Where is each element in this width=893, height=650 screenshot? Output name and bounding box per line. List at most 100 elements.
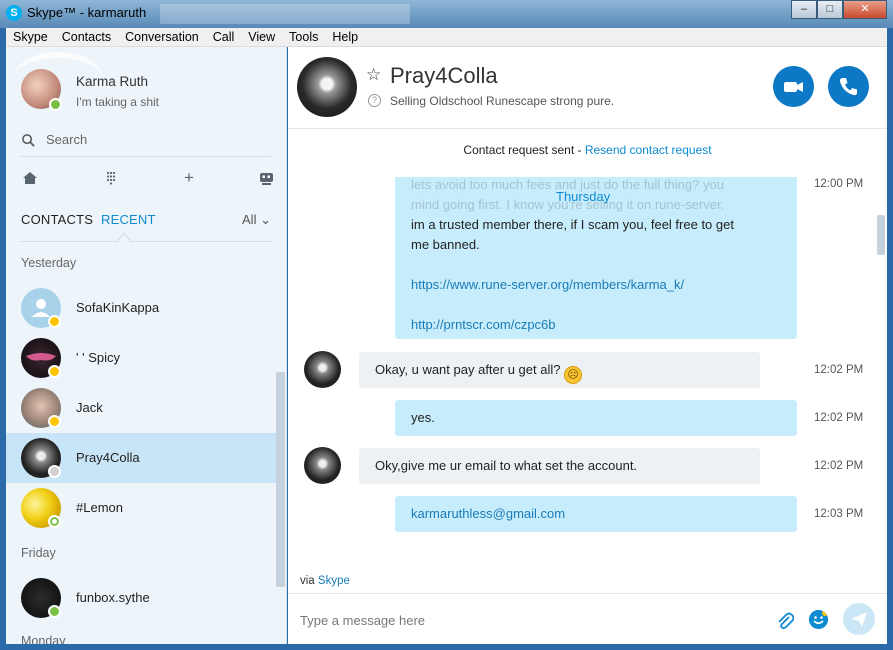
- message-list: lets avoid too much fees and just do the…: [288, 177, 887, 577]
- contact-name: Jack: [76, 400, 103, 415]
- via-skype-link[interactable]: Skype: [318, 575, 350, 587]
- maximize-button[interactable]: □: [817, 0, 843, 19]
- send-icon: [851, 612, 867, 627]
- conversation-title[interactable]: Pray4Colla: [390, 63, 498, 89]
- message-text: im a trusted member there, if I scam you…: [411, 217, 734, 232]
- title-bar: S Skype™ - karmaruth – □ ✕: [0, 0, 893, 28]
- message-text: me banned.: [411, 237, 480, 252]
- chat-scrollbar[interactable]: [877, 215, 885, 255]
- contact-name: Pray4Colla: [76, 450, 140, 465]
- away-status-icon: [48, 415, 61, 428]
- emoticon-icon[interactable]: [809, 610, 828, 629]
- home-icon[interactable]: [21, 169, 39, 187]
- section-friday: Friday: [21, 546, 56, 560]
- offline-status-icon: [48, 515, 61, 528]
- via-label: via Skype: [300, 575, 350, 587]
- menu-skype[interactable]: Skype: [6, 30, 55, 44]
- paperclip-icon[interactable]: [776, 611, 794, 631]
- filter-dropdown[interactable]: All ⌄: [242, 212, 271, 228]
- message-bubble[interactable]: karmaruthless@gmail.com: [395, 496, 797, 532]
- avatar[interactable]: [297, 57, 357, 117]
- sidebar-toolbar: +: [21, 165, 273, 193]
- phone-icon: [839, 78, 857, 96]
- tab-contacts[interactable]: CONTACTS: [21, 212, 93, 227]
- message-link[interactable]: http://prntscr.com/czpc6b: [411, 315, 781, 335]
- away-status-icon: [48, 365, 61, 378]
- title-bar-ghost: [160, 4, 410, 24]
- message-time: 12:00 PM: [814, 178, 864, 190]
- profile-name: Karma Ruth: [76, 74, 149, 89]
- online-status-icon: [49, 98, 62, 111]
- unknown-status-icon: [48, 465, 61, 478]
- message-text: yes.: [411, 410, 435, 425]
- skype-logo-icon: S: [6, 5, 22, 21]
- message-time: 12:02 PM: [814, 412, 864, 424]
- section-yesterday: Yesterday: [21, 256, 77, 270]
- contact-tabs: CONTACTS RECENT All ⌄: [21, 207, 271, 248]
- tab-recent[interactable]: RECENT: [101, 212, 156, 227]
- dialpad-icon[interactable]: [102, 169, 120, 187]
- video-camera-icon: [784, 82, 803, 92]
- contact-name: ' ' Spicy: [76, 350, 120, 365]
- contact-name: SofaKinKappa: [76, 300, 160, 315]
- list-item[interactable]: funbox.sythe: [6, 573, 276, 623]
- menu-view[interactable]: View: [241, 30, 282, 44]
- section-monday: Monday: [21, 634, 66, 644]
- message-text: Oky,give me ur email to what set the acc…: [375, 458, 638, 473]
- message-text: Okay, u want pay after u get all?: [375, 362, 561, 377]
- compose-bar: Type a message here: [288, 593, 887, 644]
- menu-call[interactable]: Call: [206, 30, 242, 44]
- tab-caret: [116, 232, 132, 248]
- send-button[interactable]: [843, 603, 875, 635]
- notice-text: Contact request sent -: [463, 143, 585, 157]
- search-box[interactable]: Search: [21, 127, 271, 157]
- message-bubble[interactable]: Okay, u want pay after u get all? ☹: [359, 352, 760, 388]
- message-input[interactable]: Type a message here: [300, 613, 425, 628]
- via-text: via: [300, 575, 318, 587]
- avatar[interactable]: [304, 447, 341, 484]
- question-icon: ?: [368, 94, 381, 107]
- sad-emoticon-icon: ☹: [564, 366, 583, 384]
- sidebar: Karma Ruth I'm taking a shit Search + CO…: [6, 47, 287, 644]
- profile-mood[interactable]: I'm taking a shit: [76, 95, 159, 109]
- avatar[interactable]: [304, 351, 341, 388]
- audio-call-button[interactable]: [828, 66, 869, 107]
- profile-panel[interactable]: Karma Ruth I'm taking a shit: [6, 47, 286, 127]
- bot-icon[interactable]: [257, 169, 275, 187]
- conversation-mood: Selling Oldschool Runescape strong pure.: [390, 94, 615, 108]
- list-item[interactable]: #Lemon: [6, 483, 276, 533]
- menu-tools[interactable]: Tools: [282, 30, 325, 44]
- conversation-panel: ☆ Pray4Colla ? Selling Oldschool Runesca…: [288, 47, 887, 644]
- sidebar-scrollbar[interactable]: [276, 372, 285, 587]
- add-icon[interactable]: +: [180, 169, 198, 187]
- message-link[interactable]: https://www.rune-server.org/members/karm…: [411, 275, 781, 295]
- list-item[interactable]: Pray4Colla: [6, 433, 276, 483]
- menu-conversation[interactable]: Conversation: [118, 30, 206, 44]
- menu-contacts[interactable]: Contacts: [55, 30, 118, 44]
- window-title: Skype™ - karmaruth: [27, 5, 147, 20]
- day-separator: Thursday: [556, 189, 611, 204]
- search-placeholder: Search: [46, 132, 88, 147]
- chevron-down-icon: ⌄: [260, 212, 271, 227]
- video-call-button[interactable]: [773, 66, 814, 107]
- filter-label: All: [242, 212, 257, 227]
- contact-name: #Lemon: [76, 500, 123, 515]
- close-button[interactable]: ✕: [843, 0, 887, 19]
- list-item[interactable]: Jack: [6, 383, 276, 433]
- minimize-button[interactable]: –: [791, 0, 817, 19]
- list-item[interactable]: SofaKinKappa: [6, 283, 276, 333]
- message-time: 12:02 PM: [814, 364, 864, 376]
- away-status-icon: [48, 315, 61, 328]
- menu-help[interactable]: Help: [325, 30, 365, 44]
- message-bubble[interactable]: Oky,give me ur email to what set the acc…: [359, 448, 760, 484]
- menu-bar: Skype Contacts Conversation Call View To…: [6, 28, 887, 47]
- star-icon[interactable]: ☆: [366, 65, 381, 85]
- message-time: 12:03 PM: [814, 508, 864, 520]
- contact-request-notice: Contact request sent - Resend contact re…: [288, 143, 887, 157]
- message-bubble[interactable]: yes.: [395, 400, 797, 436]
- list-item[interactable]: ' ' Spicy: [6, 333, 276, 383]
- message-time: 12:02 PM: [814, 460, 864, 472]
- resend-request-link[interactable]: Resend contact request: [585, 143, 712, 157]
- email-link[interactable]: karmaruthless@gmail.com: [411, 506, 565, 521]
- search-icon: [22, 134, 35, 147]
